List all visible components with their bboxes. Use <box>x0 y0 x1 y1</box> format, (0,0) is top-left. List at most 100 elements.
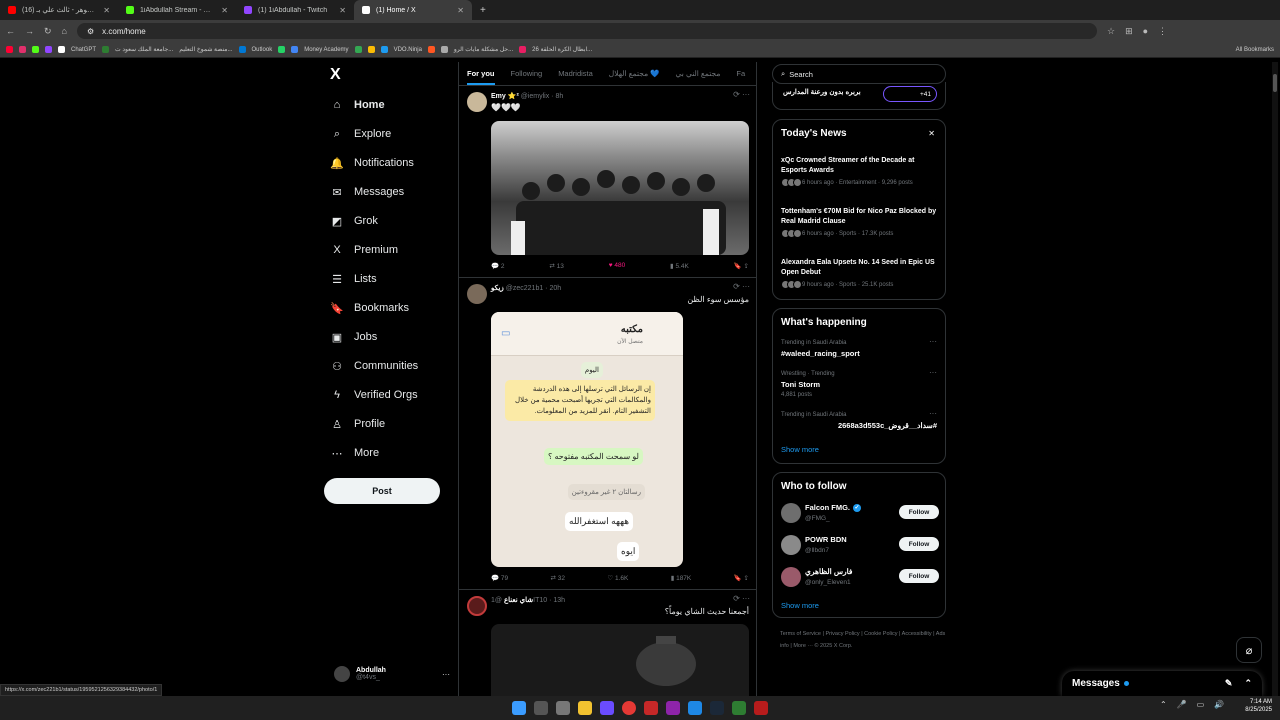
all-bookmarks[interactable]: All Bookmarks <box>1236 47 1274 53</box>
trend-more-icon[interactable]: ··· <box>929 368 937 377</box>
expand-drawer-icon[interactable]: ⌃ <box>1244 678 1252 689</box>
app-icon[interactable] <box>644 701 658 715</box>
retweet-button[interactable]: ⇄ 13 <box>549 262 564 274</box>
steam-icon[interactable] <box>710 701 724 715</box>
close-icon[interactable]: ✕ <box>928 129 935 138</box>
footer-links[interactable]: Terms of Service | Privacy Policy | Cook… <box>780 628 950 652</box>
profile-icon[interactable]: ● <box>1143 26 1148 36</box>
avatar[interactable] <box>467 284 487 304</box>
like-button[interactable]: ♥ 480 <box>609 262 626 274</box>
nav-more[interactable]: ⋯ More <box>330 444 380 462</box>
messages-drawer[interactable]: Messages ✎ ⌃ <box>1062 671 1262 696</box>
bookmark-shomookh[interactable]: منصة شموخ التعليم... <box>179 46 232 53</box>
trend-name[interactable]: Toni Storm <box>781 380 820 389</box>
news-item-title[interactable]: xQc Crowned Streamer of the Decade at Es… <box>781 156 941 176</box>
nav-notifications[interactable]: 🔔 Notifications <box>330 154 414 172</box>
taskbar-clock[interactable]: 7:14 AM 8/25/2025 <box>1245 698 1272 714</box>
back-icon[interactable]: ← <box>6 26 15 36</box>
x-logo-icon[interactable]: X <box>330 66 341 84</box>
browser-menu-icon[interactable]: ⋮ <box>1158 26 1167 37</box>
search-input[interactable]: ⌕ Search <box>772 64 946 84</box>
bookmark-star-icon[interactable]: ☆ <box>1107 26 1115 37</box>
post-button[interactable]: Post <box>324 478 440 504</box>
retweet-button[interactable]: ⇄ 32 <box>550 574 565 586</box>
bookmark-chatgpt[interactable]: ChatGPT <box>71 47 96 53</box>
bookmark-share-icons[interactable]: 🔖 ⇪ <box>734 574 749 586</box>
mic-icon[interactable]: 🎤 <box>1177 700 1187 709</box>
trend-more-icon[interactable]: ··· <box>929 337 937 346</box>
extensions-icon[interactable]: ⊞ <box>1125 26 1133 37</box>
trend-name[interactable]: #سداد__قروض_2668a3d553c <box>838 421 937 430</box>
nav-explore[interactable]: ⌕ Explore <box>330 125 391 143</box>
new-tab-button[interactable]: + <box>480 5 486 16</box>
bookmark-share-icons[interactable]: 🔖 ⇪ <box>734 262 749 274</box>
close-tab-icon[interactable]: ✕ <box>103 6 110 15</box>
close-tab-icon[interactable]: ✕ <box>457 6 464 15</box>
tweet-photo[interactable] <box>491 624 749 696</box>
avatar[interactable] <box>781 503 801 523</box>
bookmark-roblox[interactable]: حل مشكلة مايات الرو... <box>454 46 513 53</box>
system-tray[interactable]: ⌃ 🎤 ▭ 🔊 <box>1160 700 1224 709</box>
browser-tab-active[interactable]: (1) Home / X ✕ <box>354 0 472 20</box>
views-button[interactable]: ▮ 5.4K <box>670 262 689 274</box>
tweet-author-name[interactable]: شاي نعناع <box>504 597 533 604</box>
reply-button[interactable]: 💬 2 <box>491 262 505 274</box>
nav-home[interactable]: ⌂ Home <box>330 96 385 114</box>
app-icon[interactable] <box>754 701 768 715</box>
browser-tab[interactable]: 1iAbdullah Stream - Watch ✕ <box>118 0 236 20</box>
reload-icon[interactable]: ↻ <box>44 26 52 37</box>
browser-tab[interactable]: (16) عيادي الجوهر - ثالث علي بـ ✕ <box>0 0 118 20</box>
app-icon[interactable] <box>688 701 702 715</box>
tweet-more-icon[interactable]: ⟳ ··· <box>733 282 750 291</box>
spaces-widget[interactable]: بربره بدون ورعنة المدارس +41 <box>772 82 946 110</box>
tab-madridista[interactable]: Madridista <box>558 69 593 78</box>
avatar[interactable] <box>781 567 801 587</box>
news-item-title[interactable]: Tottenham's €70M Bid for Nico Paz Blocke… <box>781 207 941 227</box>
more-dots-icon[interactable]: ··· <box>442 670 450 679</box>
tweet-author-name[interactable]: زيكو <box>491 285 504 292</box>
search-icon[interactable] <box>534 701 548 715</box>
network-icon[interactable]: ▭ <box>1197 700 1205 709</box>
app-icon[interactable] <box>732 701 746 715</box>
file-explorer-icon[interactable] <box>578 701 592 715</box>
tweet-more-icon[interactable]: ⟳ ··· <box>733 90 750 99</box>
compose-message-icon[interactable]: ✎ <box>1225 678 1233 689</box>
mute-tab-icon[interactable]: ✕ <box>221 6 228 15</box>
site-info-icon[interactable]: ⚙ <box>87 27 94 36</box>
trend-name[interactable]: #waleed_racing_sport <box>781 349 860 358</box>
account-switcher[interactable]: Abdullah @t4vs_ ··· <box>334 662 450 686</box>
follow-button[interactable]: Follow <box>899 569 939 583</box>
like-button[interactable]: ♡ 1.6K <box>607 574 628 586</box>
bookmark-captain-tsubasa[interactable]: ابطال الكرة الحلقة 26... <box>532 46 592 53</box>
tweet-photo[interactable] <box>491 121 749 255</box>
tweet-author-name[interactable]: Emy ⭐² <box>491 93 519 100</box>
url-input[interactable]: ⚙ x.com/home <box>76 23 1097 39</box>
bookmark-ksu[interactable]: جامعة الملك سعود ت... <box>115 46 173 53</box>
show-more-link[interactable]: Show more <box>781 601 819 610</box>
chevron-up-icon[interactable]: ⌃ <box>1160 700 1167 709</box>
avatar[interactable] <box>467 596 487 616</box>
tab-hilal-community[interactable]: مجتمع الهلال 💙 <box>609 69 660 78</box>
tab-nba-community[interactable]: مجتمع الني بي <box>676 69 721 78</box>
follow-suggestion-name[interactable]: POWR BDN <box>805 535 847 544</box>
follow-button[interactable]: Follow <box>899 505 939 519</box>
nav-profile[interactable]: ♙ Profile <box>330 415 385 433</box>
tab-more[interactable]: Fa <box>736 69 745 78</box>
volume-icon[interactable]: 🔊 <box>1214 700 1224 709</box>
app-icon[interactable] <box>600 701 614 715</box>
home-icon[interactable]: ⌂ <box>62 26 67 36</box>
follow-suggestion-name[interactable]: Falcon FMG. ✓ <box>805 503 861 512</box>
nav-jobs[interactable]: ▣ Jobs <box>330 328 377 346</box>
reply-button[interactable]: 💬 79 <box>491 574 508 586</box>
follow-button[interactable]: Follow <box>899 537 939 551</box>
close-tab-icon[interactable]: ✕ <box>339 6 346 15</box>
views-button[interactable]: ▮ 187K <box>671 574 692 586</box>
chrome-icon[interactable] <box>622 701 636 715</box>
forward-icon[interactable]: → <box>25 26 34 36</box>
scrollbar-thumb[interactable] <box>1273 74 1277 92</box>
tweet[interactable]: شاي نعناع @1IT10 · 13h ⟳ ··· أجمعنا حديث… <box>459 590 756 696</box>
tweet-photo[interactable]: مكتبه متصل الآن ▭ اليوم إن الرسائل التي … <box>491 312 683 567</box>
grok-floating-icon[interactable]: ⌀ <box>1236 637 1262 663</box>
nav-premium[interactable]: X Premium <box>330 241 398 259</box>
bookmark-outlook[interactable]: Outlook <box>252 47 273 53</box>
